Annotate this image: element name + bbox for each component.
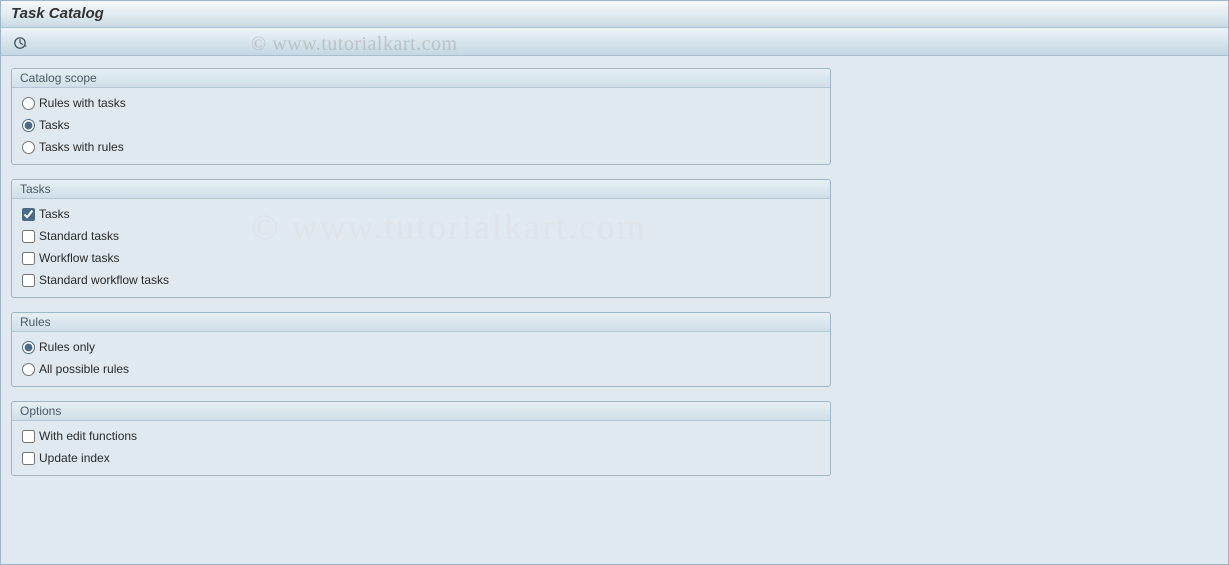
check-row-with-edit-functions: With edit functions — [22, 425, 820, 447]
radio-row-tasks-with-rules: Tasks with rules — [22, 136, 820, 158]
group-rules: Rules Rules only All possible rules — [11, 312, 831, 387]
label-tasks-scope: Tasks — [39, 114, 70, 136]
label-standard-tasks: Standard tasks — [39, 225, 119, 247]
label-standard-workflow-tasks: Standard workflow tasks — [39, 269, 169, 291]
group-body-tasks: Tasks Standard tasks Workflow tasks Stan… — [12, 199, 830, 297]
label-tasks-with-rules: Tasks with rules — [39, 136, 124, 158]
group-header-catalog-scope: Catalog scope — [12, 69, 830, 88]
radio-row-rules-with-tasks: Rules with tasks — [22, 92, 820, 114]
check-row-standard-tasks: Standard tasks — [22, 225, 820, 247]
check-row-update-index: Update index — [22, 447, 820, 469]
radio-rules-only[interactable] — [22, 341, 35, 354]
title-bar: Task Catalog — [1, 1, 1228, 28]
page-title: Task Catalog — [11, 5, 104, 22]
group-catalog-scope: Catalog scope Rules with tasks Tasks Tas… — [11, 68, 831, 165]
execute-button[interactable] — [9, 32, 31, 52]
group-body-catalog-scope: Rules with tasks Tasks Tasks with rules — [12, 88, 830, 164]
checkbox-with-edit-functions[interactable] — [22, 430, 35, 443]
check-row-tasks: Tasks — [22, 203, 820, 225]
group-header-rules: Rules — [12, 313, 830, 332]
radio-row-all-possible-rules: All possible rules — [22, 358, 820, 380]
group-body-rules: Rules only All possible rules — [12, 332, 830, 386]
checkbox-update-index[interactable] — [22, 452, 35, 465]
label-tasks: Tasks — [39, 203, 70, 225]
content-area: © www.tutorialkart.com Catalog scope Rul… — [1, 56, 1228, 500]
checkbox-standard-workflow-tasks[interactable] — [22, 274, 35, 287]
watermark-text: © www.tutorialkart.com — [251, 33, 458, 56]
label-rules-with-tasks: Rules with tasks — [39, 92, 126, 114]
label-update-index: Update index — [39, 447, 110, 469]
radio-tasks-with-rules[interactable] — [22, 141, 35, 154]
label-with-edit-functions: With edit functions — [39, 425, 137, 447]
checkbox-standard-tasks[interactable] — [22, 230, 35, 243]
radio-all-possible-rules[interactable] — [22, 363, 35, 376]
radio-tasks[interactable] — [22, 119, 35, 132]
group-tasks: Tasks Tasks Standard tasks Workflow task… — [11, 179, 831, 298]
group-options: Options With edit functions Update index — [11, 401, 831, 476]
label-workflow-tasks: Workflow tasks — [39, 247, 119, 269]
checkbox-tasks[interactable] — [22, 208, 35, 221]
group-body-options: With edit functions Update index — [12, 421, 830, 475]
application-toolbar: © www.tutorialkart.com — [1, 28, 1228, 56]
label-rules-only: Rules only — [39, 336, 95, 358]
checkbox-workflow-tasks[interactable] — [22, 252, 35, 265]
radio-row-rules-only: Rules only — [22, 336, 820, 358]
check-row-workflow-tasks: Workflow tasks — [22, 247, 820, 269]
execute-icon — [13, 36, 27, 50]
radio-row-tasks: Tasks — [22, 114, 820, 136]
label-all-possible-rules: All possible rules — [39, 358, 129, 380]
radio-rules-with-tasks[interactable] — [22, 97, 35, 110]
group-header-options: Options — [12, 402, 830, 421]
group-header-tasks: Tasks — [12, 180, 830, 199]
check-row-standard-workflow-tasks: Standard workflow tasks — [22, 269, 820, 291]
